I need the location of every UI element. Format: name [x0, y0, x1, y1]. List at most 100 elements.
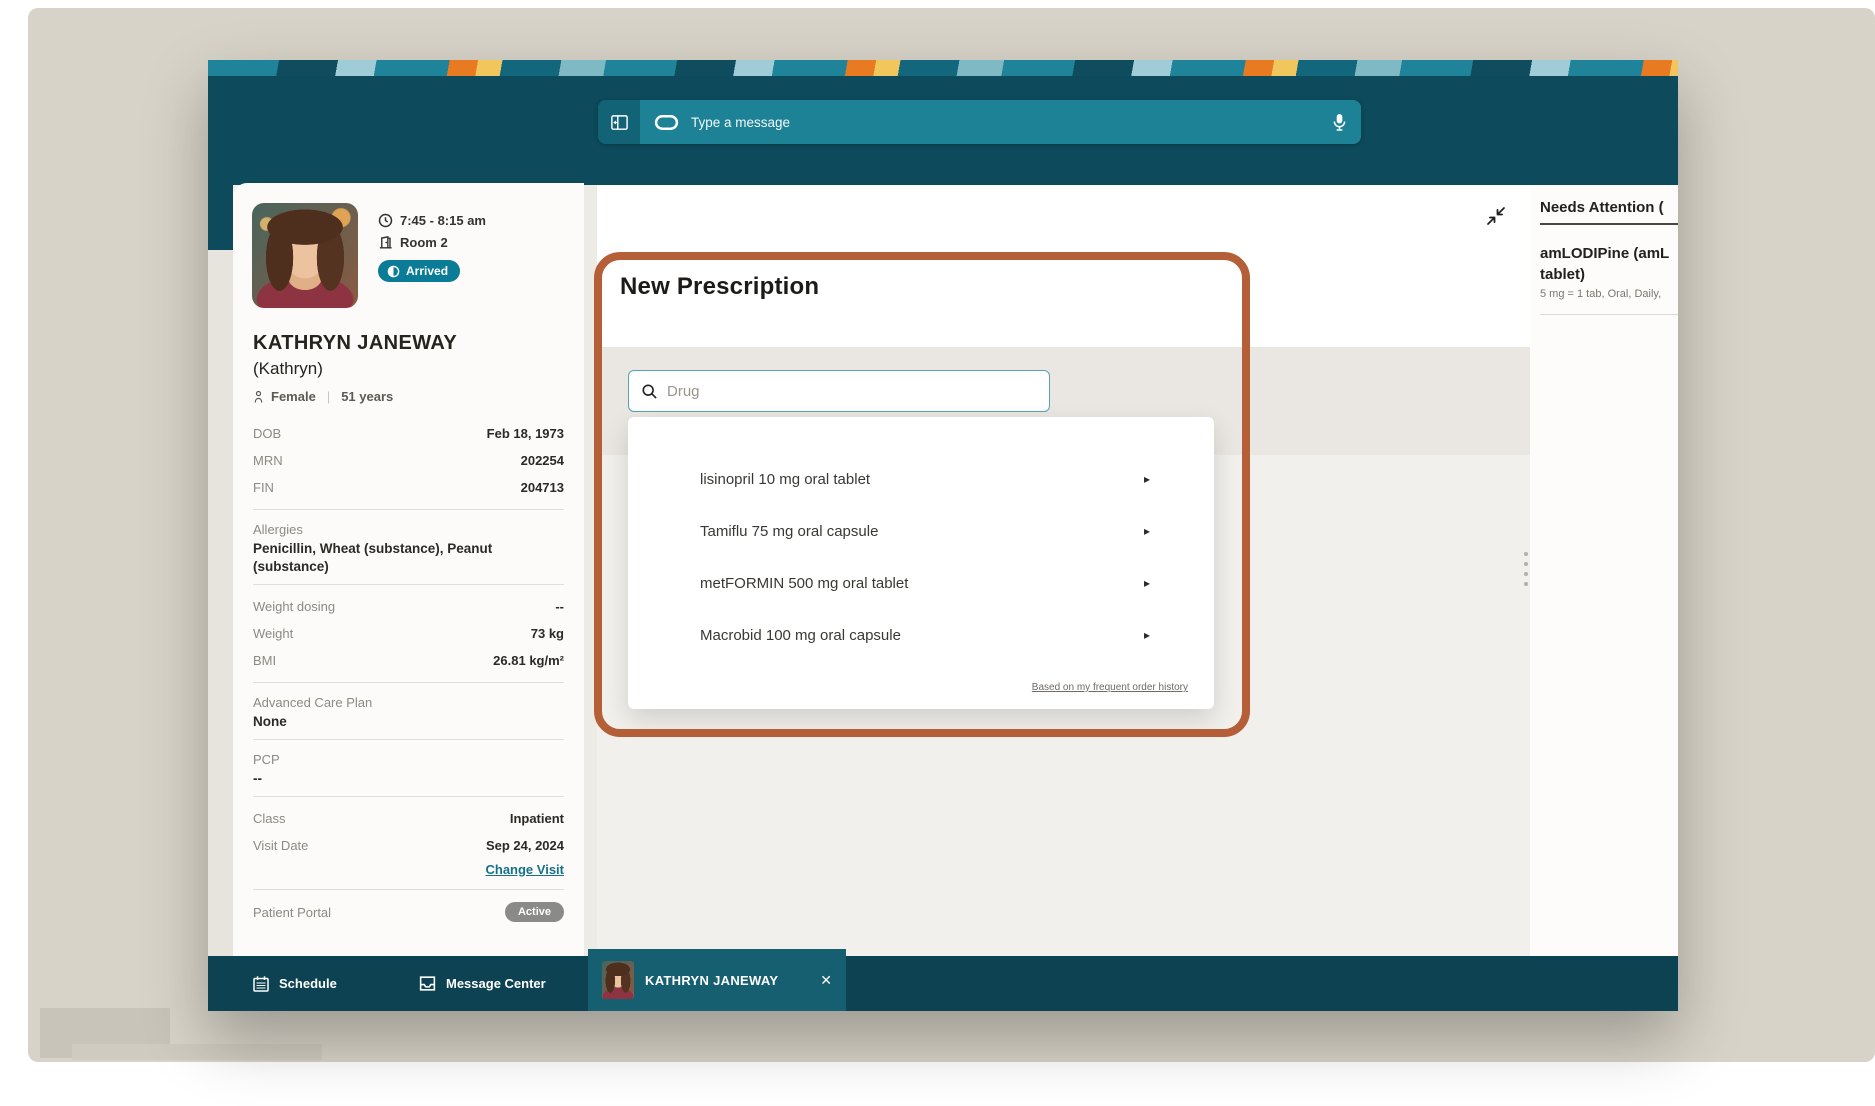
appointment-time-row: 7:45 - 8:15 am	[378, 209, 486, 231]
patient-demographic-row: Female | 51 years	[253, 389, 564, 404]
allergies-value: Penicillin, Wheat (substance), Peanut (s…	[233, 540, 584, 576]
suggestion-label: Macrobid 100 mg oral capsule	[700, 627, 901, 644]
pcp-label: PCP	[233, 748, 584, 770]
schedule-label: Schedule	[279, 976, 337, 991]
medication-name-line2: tablet)	[1540, 264, 1678, 285]
weight-label: Weight	[253, 620, 293, 647]
suggestion-label: metFORMIN 500 mg oral tablet	[700, 575, 908, 592]
patient-portal-label: Patient Portal	[253, 905, 331, 920]
collapse-panel-button[interactable]	[1483, 203, 1509, 229]
measurements: Weight dosing -- Weight 73 kg BMI 26.81 …	[233, 593, 584, 674]
dob-label: DOB	[253, 420, 281, 447]
class-row: Class Inpatient	[233, 805, 584, 832]
panel-resize-handle[interactable]	[1522, 552, 1530, 596]
suggestion-item[interactable]: Macrobid 100 mg oral capsule ▸	[700, 619, 1150, 651]
change-visit-link[interactable]: Change Visit	[485, 862, 564, 877]
arrived-status-icon	[387, 265, 400, 278]
patient-sidebar: 7:45 - 8:15 am Room 2 Arrived KATHRYN JA…	[233, 183, 584, 956]
status-badge[interactable]: Arrived	[378, 260, 460, 282]
acp-value: None	[233, 713, 584, 731]
class-label: Class	[253, 805, 286, 832]
bmi-row: BMI 26.81 kg/m²	[233, 647, 584, 674]
chevron-right-icon: ▸	[1144, 472, 1150, 486]
message-center-label: Message Center	[446, 976, 546, 991]
bottom-taskbar: Schedule Message Center KATHRYN JANEWAY …	[208, 956, 1678, 1011]
mrn-label: MRN	[253, 447, 283, 474]
backdrop-shadow-step-2	[72, 1044, 322, 1060]
weight-value: 73 kg	[531, 620, 564, 647]
patient-portal-row: Patient Portal Active	[233, 898, 584, 922]
person-icon	[253, 390, 264, 404]
schedule-button[interactable]: Schedule	[252, 956, 337, 1011]
needs-attention-item[interactable]: amLODIPine (amL tablet) 5 mg = 1 tab, Or…	[1540, 243, 1678, 300]
medication-details: 5 mg = 1 tab, Oral, Daily,	[1540, 288, 1678, 300]
fin-label: FIN	[253, 474, 274, 501]
patient-photo-row: 7:45 - 8:15 am Room 2 Arrived	[252, 203, 584, 308]
room-row: Room 2	[378, 231, 486, 253]
portal-status-badge: Active	[505, 902, 564, 922]
chat-input-zone[interactable]	[640, 100, 1361, 144]
message-center-button[interactable]: Message Center	[418, 956, 546, 1011]
decorative-banner-strip	[208, 60, 1678, 76]
visit-date-row: Visit Date Sep 24, 2024	[233, 832, 584, 859]
close-icon[interactable]: ✕	[820, 972, 832, 989]
calendar-icon	[252, 975, 270, 993]
weight-dosing-row: Weight dosing --	[233, 593, 584, 620]
fin-value: 204713	[521, 474, 564, 501]
acp-label: Advanced Care Plan	[233, 691, 584, 713]
collapse-arrows-icon	[1485, 205, 1507, 227]
visit-date-value: Sep 24, 2024	[486, 832, 564, 859]
fin-row: FIN 204713	[233, 474, 584, 501]
chevron-right-icon: ▸	[1144, 576, 1150, 590]
sidebar-main-divider	[584, 185, 597, 956]
dob-row: DOB Feb 18, 1973	[233, 420, 584, 447]
weight-dosing-value: --	[555, 593, 564, 620]
status-badge-label: Arrived	[406, 264, 448, 278]
patient-tab-name: KATHRYN JANEWAY	[645, 973, 778, 988]
divider	[1540, 314, 1678, 315]
patient-photo	[252, 203, 358, 308]
visit-info: Class Inpatient Visit Date Sep 24, 2024	[233, 805, 584, 859]
mrn-row: MRN 202254	[233, 447, 584, 474]
divider	[253, 584, 564, 585]
chevron-right-icon: ▸	[1144, 628, 1150, 642]
separator: |	[327, 389, 330, 404]
patient-preferred-name: (Kathryn)	[253, 359, 564, 379]
clock-icon	[378, 213, 393, 228]
mrn-value: 202254	[521, 447, 564, 474]
visit-date-label: Visit Date	[253, 832, 308, 859]
weight-row: Weight 73 kg	[233, 620, 584, 647]
patient-sex: Female	[271, 389, 316, 404]
panel-toggle-button[interactable]	[598, 100, 640, 144]
bmi-value: 26.81 kg/m²	[493, 647, 564, 674]
chevron-right-icon: ▸	[1144, 524, 1150, 538]
divider	[253, 682, 564, 683]
needs-attention-panel: Needs Attention ( amLODIPine (amL tablet…	[1530, 185, 1678, 956]
search-icon	[641, 383, 658, 400]
needs-attention-title: Needs Attention (	[1540, 199, 1678, 225]
suggestion-item[interactable]: lisinopril 10 mg oral tablet ▸	[700, 463, 1150, 495]
patient-tab-avatar	[602, 961, 634, 999]
patient-age: 51 years	[341, 389, 393, 404]
frequent-order-history-link[interactable]: Based on my frequent order history	[1032, 682, 1188, 693]
dob-value: Feb 18, 1973	[487, 420, 564, 447]
drug-search-field[interactable]	[628, 370, 1050, 412]
patient-tab[interactable]: KATHRYN JANEWAY ✕	[588, 949, 846, 1011]
appointment-time: 7:45 - 8:15 am	[400, 213, 486, 228]
pcp-value: --	[233, 770, 584, 788]
divider	[253, 796, 564, 797]
suggestion-item[interactable]: metFORMIN 500 mg oral tablet ▸	[700, 567, 1150, 599]
patient-ids: DOB Feb 18, 1973 MRN 202254 FIN 204713	[233, 420, 584, 501]
suggestion-label: Tamiflu 75 mg oral capsule	[700, 523, 878, 540]
allergies-label: Allergies	[233, 518, 584, 540]
suggestion-item[interactable]: Tamiflu 75 mg oral capsule ▸	[700, 515, 1150, 547]
bmi-label: BMI	[253, 647, 276, 674]
app-window: 7:45 - 8:15 am Room 2 Arrived KATHRYN JA…	[208, 60, 1678, 1011]
drug-search-input[interactable]	[667, 383, 1037, 400]
room-number: Room 2	[400, 235, 448, 250]
patient-name: KATHRYN JANEWAY	[253, 332, 564, 355]
chat-message-input[interactable]	[691, 115, 1320, 130]
divider	[253, 509, 564, 510]
left-rail-top	[208, 185, 233, 250]
microphone-icon[interactable]	[1332, 112, 1347, 132]
